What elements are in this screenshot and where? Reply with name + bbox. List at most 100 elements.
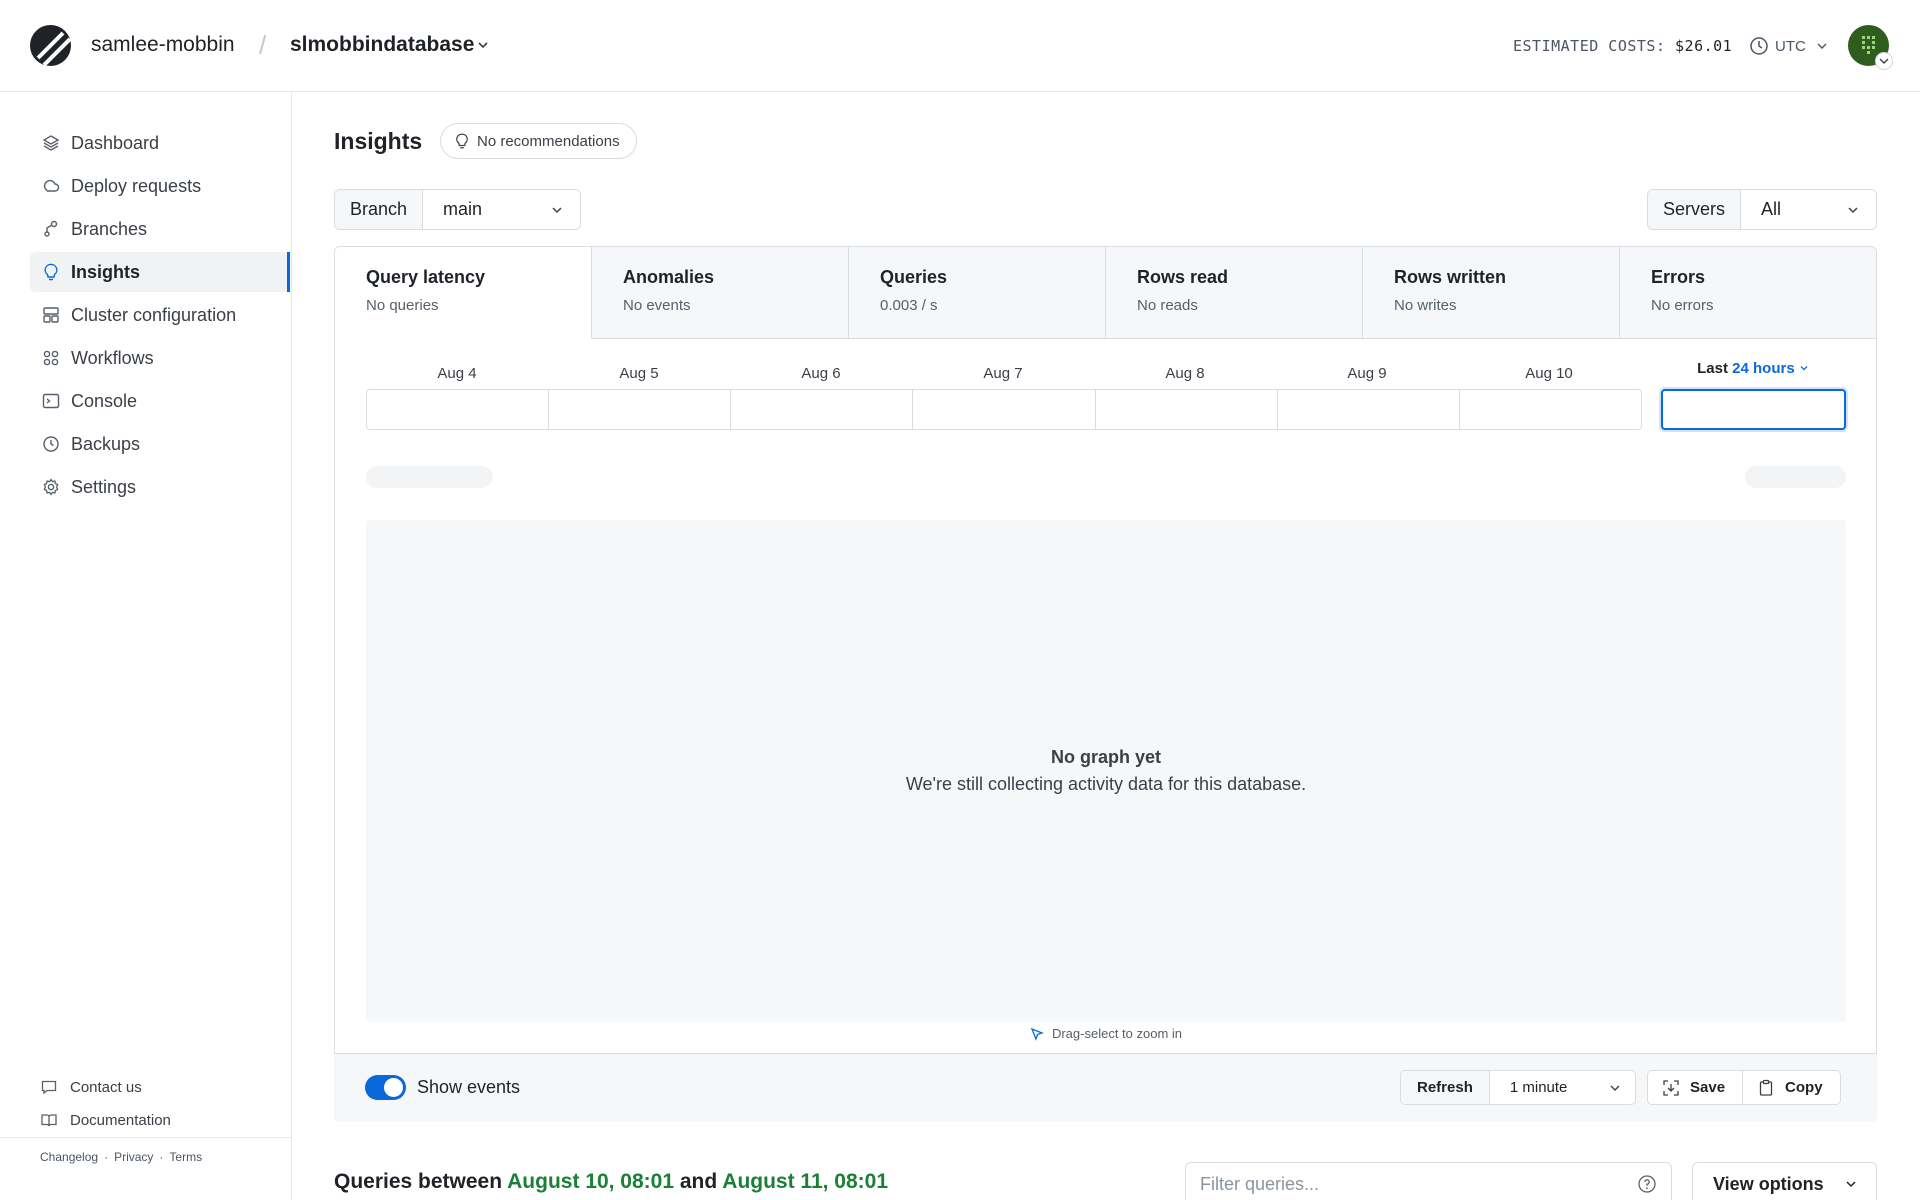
- day-cell[interactable]: [1278, 390, 1460, 429]
- cursor-select-icon: [1030, 1027, 1044, 1041]
- contact-us-link[interactable]: Contact us: [40, 1078, 142, 1096]
- refresh-interval-value: 1 minute: [1509, 1079, 1568, 1096]
- sidebar-item-cluster-configuration[interactable]: Cluster configuration: [30, 295, 290, 335]
- top-header: samlee-mobbin / slmobbindatabase ESTIMAT…: [0, 0, 1920, 92]
- avatar-menu-badge[interactable]: [1875, 52, 1893, 70]
- view-options-label: View options: [1713, 1173, 1824, 1194]
- servers-dropdown[interactable]: All: [1741, 190, 1876, 229]
- separator-dot: ·: [159, 1150, 164, 1164]
- show-events-toggle[interactable]: [365, 1075, 406, 1100]
- chevron-down-icon: [1610, 1085, 1620, 1091]
- privacy-link[interactable]: Privacy: [114, 1150, 153, 1164]
- sidebar-item-workflows[interactable]: Workflows: [30, 338, 290, 378]
- branch-value: main: [443, 199, 483, 219]
- tab-subtitle: No queries: [366, 297, 439, 314]
- chevron-down-icon: [1848, 206, 1858, 213]
- range-start[interactable]: August 10, 08:01: [507, 1170, 674, 1193]
- metric-tabs: Query latency No queries Anomalies No ev…: [335, 247, 1876, 339]
- chat-icon: [41, 1080, 57, 1095]
- breadcrumb-separator: /: [259, 30, 267, 60]
- chevron-down-icon: [1846, 1181, 1856, 1188]
- day-label: Aug 5: [619, 365, 659, 382]
- range-end[interactable]: August 11, 08:01: [722, 1170, 888, 1193]
- help-icon[interactable]: [1637, 1174, 1657, 1194]
- layers-icon: [42, 135, 60, 151]
- day-cell[interactable]: [1096, 390, 1278, 429]
- sidebar-item-label: Deploy requests: [71, 175, 202, 196]
- chevron-down-icon: [1879, 58, 1889, 64]
- selected-range-cell[interactable]: [1661, 389, 1846, 430]
- empty-graph-title: No graph yet: [1050, 747, 1161, 767]
- save-button[interactable]: Save: [1648, 1071, 1742, 1104]
- tab-title: Rows written: [1394, 267, 1507, 287]
- sidebar-item-label: Insights: [71, 261, 141, 282]
- day-range-strip[interactable]: [366, 389, 1642, 430]
- servers-selector[interactable]: Servers All: [1647, 189, 1877, 230]
- terminal-icon: [42, 393, 60, 409]
- tab-query-latency[interactable]: Query latency No queries: [335, 247, 592, 339]
- sidebar-item-settings[interactable]: Settings: [30, 467, 290, 507]
- chevron-down-icon: [552, 206, 562, 213]
- branch-dropdown[interactable]: main: [423, 190, 580, 229]
- chevron-down-icon: [1800, 366, 1808, 371]
- refresh-interval-dropdown[interactable]: 1 minute: [1490, 1071, 1635, 1104]
- day-cell[interactable]: [731, 390, 914, 429]
- copy-button[interactable]: Copy: [1742, 1071, 1840, 1104]
- filter-queries-input[interactable]: Filter queries...: [1185, 1162, 1672, 1200]
- contact-us-label: Contact us: [70, 1078, 142, 1096]
- sidebar-item-label: Backups: [71, 433, 141, 454]
- sidebar-item-dashboard[interactable]: Dashboard: [30, 123, 290, 163]
- sidebar-item-console[interactable]: Console: [30, 381, 290, 421]
- sidebar-item-insights[interactable]: Insights: [30, 252, 290, 292]
- sidebar-item-backups[interactable]: Backups: [30, 424, 290, 464]
- clock-icon: [1750, 37, 1768, 55]
- cluster-icon: [43, 307, 59, 323]
- tab-subtitle: No errors: [1651, 297, 1714, 314]
- refresh-control[interactable]: Refresh 1 minute: [1400, 1070, 1636, 1105]
- tab-queries[interactable]: Queries 0.003 / s: [849, 247, 1106, 339]
- branch-selector[interactable]: Branch main: [334, 189, 581, 230]
- sidebar-item-branches[interactable]: Branches: [30, 209, 290, 249]
- gear-icon: [43, 478, 59, 496]
- recommendations-label: No recommendations: [477, 132, 620, 150]
- tab-subtitle: No events: [623, 297, 691, 314]
- tab-rows-written[interactable]: Rows written No writes: [1363, 247, 1620, 339]
- tab-anomalies[interactable]: Anomalies No events: [592, 247, 849, 339]
- timezone-selector[interactable]: UTC: [1749, 34, 1834, 58]
- tab-title: Query latency: [366, 267, 486, 287]
- tab-errors[interactable]: Errors No errors: [1620, 247, 1876, 339]
- empty-graph-message: We're still collecting activity data for…: [905, 774, 1307, 794]
- tab-rows-read[interactable]: Rows read No reads: [1106, 247, 1363, 339]
- day-cell[interactable]: [367, 390, 550, 429]
- sidebar-item-label: Branches: [71, 218, 148, 239]
- lightbulb-icon: [456, 133, 468, 149]
- view-options-button[interactable]: View options: [1692, 1162, 1877, 1200]
- recommendations-badge[interactable]: No recommendations: [440, 123, 637, 159]
- changelog-link[interactable]: Changelog: [40, 1150, 98, 1164]
- sidebar-item-deploy-requests[interactable]: Deploy requests: [30, 166, 290, 206]
- queries-heading: Queries between August 10, 08:01 and Aug…: [334, 1170, 888, 1194]
- separator-dot: ·: [104, 1150, 109, 1164]
- documentation-label: Documentation: [70, 1111, 171, 1129]
- day-cell[interactable]: [913, 390, 1096, 429]
- range-prefix: Last: [1697, 360, 1728, 377]
- tab-title: Queries: [880, 267, 948, 287]
- day-cell[interactable]: [549, 390, 732, 429]
- estimated-costs: ESTIMATED COSTS: $26.01: [1513, 37, 1732, 55]
- copy-label: Copy: [1785, 1079, 1823, 1096]
- sidebar-item-label: Dashboard: [71, 132, 160, 153]
- page-title: Insights: [334, 128, 423, 154]
- terms-link[interactable]: Terms: [169, 1150, 202, 1164]
- time-range-selector[interactable]: Last 24 hours: [1660, 360, 1846, 377]
- day-label: Aug 10: [1525, 365, 1573, 382]
- day-cell[interactable]: [1460, 390, 1641, 429]
- planetscale-logo[interactable]: [30, 25, 71, 66]
- chevron-down-icon[interactable]: [476, 38, 490, 52]
- documentation-link[interactable]: Documentation: [40, 1111, 171, 1129]
- show-events-label[interactable]: Show events: [417, 1077, 520, 1098]
- refresh-button[interactable]: Refresh: [1401, 1071, 1490, 1104]
- loading-skeleton: [1745, 466, 1846, 488]
- graph-area[interactable]: [366, 520, 1846, 1022]
- org-name[interactable]: samlee-mobbin: [91, 33, 235, 57]
- database-name[interactable]: slmobbindatabase: [290, 33, 474, 57]
